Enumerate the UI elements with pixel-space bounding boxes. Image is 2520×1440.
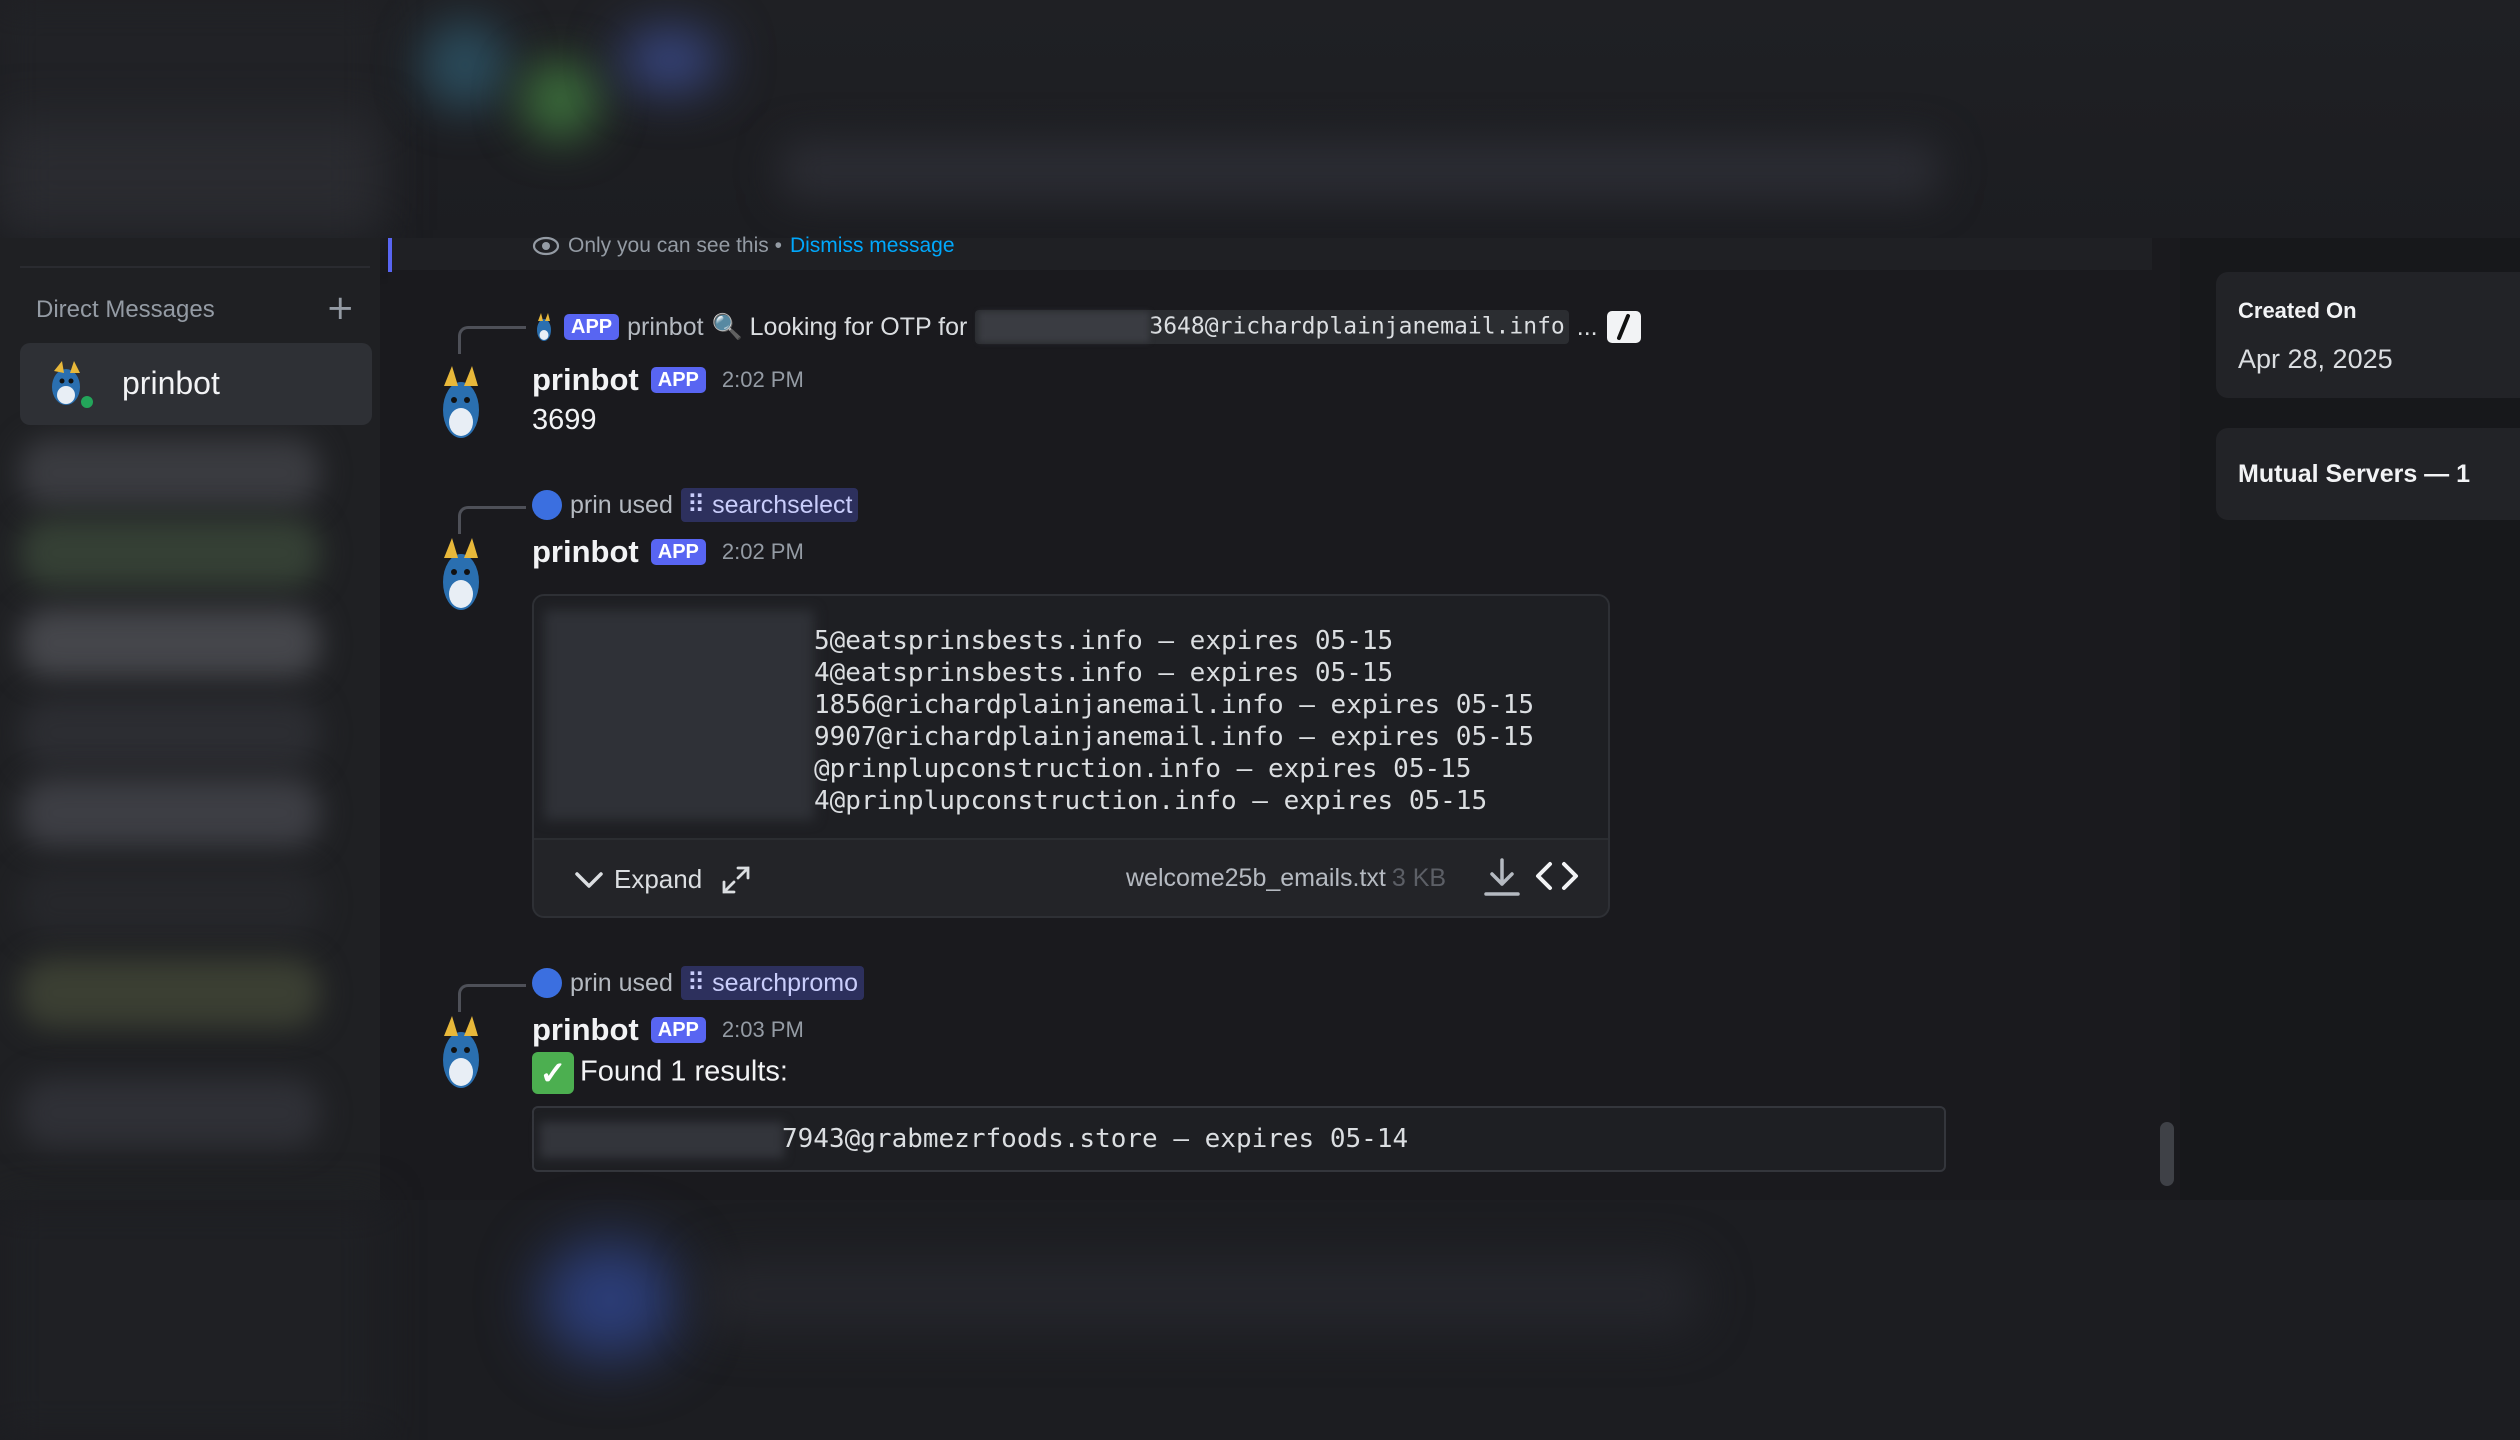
command-usage: prin used ⠿ searchpromo [532,966,865,1000]
ephemeral-notice: Only you can see this • Dismiss message [532,234,955,258]
check-mark-icon: ✓ [532,1052,574,1094]
file-preview: 5@eatsprinsbests.info — expires 05-15 4@… [534,596,1608,838]
chat-scrollbar[interactable] [2160,1122,2174,1186]
author-name[interactable]: prinbot [532,1012,639,1048]
results-text: Found 1 results: [580,1055,788,1088]
dm-item-label: prinbot [122,365,220,401]
timestamp: 2:02 PM [721,367,804,392]
command-usage: prin used ⠿ searchselect [532,488,859,522]
blurred-dm-item [20,778,320,848]
reply-connector [458,326,526,354]
reply-author: prinbot [627,312,704,341]
message-header: prinbot APP 2:03 PM [532,1012,804,1048]
add-dm-button[interactable]: + [326,291,355,325]
dm-item-prinbot[interactable]: prinbot [20,343,372,425]
result-line: 7943@grabmezrfoods.store — expires 05-14 [782,1124,1409,1154]
blurred-dm-item [20,698,320,768]
reply-ellipsis: ... [1576,312,1598,341]
author-name[interactable]: prinbot [532,362,639,398]
command-link[interactable]: ⠿ searchselect [680,488,859,522]
bot-avatar-small [537,313,551,341]
direct-messages-header: Direct Messages [36,296,215,323]
blurred-dm-item [20,608,320,678]
message-content: ✓ Found 1 results: [532,1052,788,1094]
timestamp: 2:03 PM [721,1017,804,1042]
message-header: prinbot APP 2:02 PM [532,534,804,570]
blurred-dm-item [20,868,320,938]
eye-icon [532,236,560,256]
created-on-card: Created On Apr 28, 2025 [2216,272,2520,398]
blurred-header-region [0,0,2520,238]
redacted-block [544,610,814,820]
file-attachment: 5@eatsprinsbests.info — expires 05-15 4@… [532,594,1610,918]
mutual-servers-card[interactable]: Mutual Servers — 1 [2216,428,2520,520]
file-line: @prinplupconstruction.info — expires 05-… [814,754,1472,784]
app-tag: APP [564,314,620,340]
redacted-block [979,312,1150,342]
bot-avatar [443,1016,479,1088]
file-size: 3 KB [1391,864,1447,892]
online-status-icon [78,393,96,411]
file-footer: Expand welcome25b_emails.txt 3 KB [534,838,1608,916]
command-link[interactable]: ⠿ searchpromo [680,966,865,1000]
reply-connector [458,984,526,1012]
reply-email-code: 3648@richardplainjanemail.info [975,310,1569,344]
view-code-icon[interactable] [1534,856,1580,896]
user-avatar [532,968,562,998]
blurred-dm-item [20,438,320,508]
blurred-dm-item [20,518,320,588]
reply-text: 🔍 Looking for OTP for [711,312,968,341]
expand-label: Expand [614,864,703,894]
file-line: 4@eatsprinsbests.info — expires 05-15 [814,658,1394,688]
download-icon[interactable] [1482,856,1522,898]
file-line: 5@eatsprinsbests.info — expires 05-15 [814,626,1394,656]
redacted-block [540,1122,784,1158]
file-line: 9907@richardplainjanemail.info — expires… [814,722,1535,752]
fullscreen-icon[interactable] [720,864,752,896]
blurred-dm-item [20,1078,320,1148]
bot-avatar [443,538,479,610]
file-line: 1856@richardplainjanemail.info — expires… [814,690,1535,720]
slash-command-icon [1606,311,1641,343]
file-name: welcome25b_emails.txt [1126,864,1386,892]
expand-button[interactable]: Expand [574,864,702,895]
result-code-block: 7943@grabmezrfoods.store — expires 05-14 [532,1106,1946,1172]
file-info[interactable]: welcome25b_emails.txt 3 KB [1126,864,1446,893]
mutual-servers-label: Mutual Servers — 1 [2238,460,2471,488]
chevron-down-icon [575,871,603,888]
file-line: 4@prinplupconstruction.info — expires 05… [814,786,1488,816]
app-tag: APP [650,367,706,393]
bot-avatar [443,366,479,438]
created-on-label: Created On [2238,298,2357,323]
app-tag: APP [650,539,706,565]
timestamp: 2:02 PM [721,539,804,564]
user-avatar [532,490,562,520]
reply-connector [458,506,526,534]
sidebar-divider [20,266,370,268]
used-by-text: prin used [570,968,673,997]
message-content: 3699 [532,404,597,436]
blurred-dm-item [20,958,320,1028]
used-by-text: prin used [570,490,673,519]
message-header: prinbot APP 2:02 PM [532,362,804,398]
ephemeral-notice-text: Only you can see this • [568,234,782,257]
author-name[interactable]: prinbot [532,534,639,570]
reply-preview[interactable]: APP prinbot 🔍 Looking for OTP for 3648@r… [532,310,1642,344]
app-tag: APP [650,1017,706,1043]
created-on-value: Apr 28, 2025 [2238,344,2393,374]
highlight-bar [388,238,392,272]
dismiss-message-link[interactable]: Dismiss message [790,234,955,258]
blurred-composer-region [0,1200,2520,1440]
